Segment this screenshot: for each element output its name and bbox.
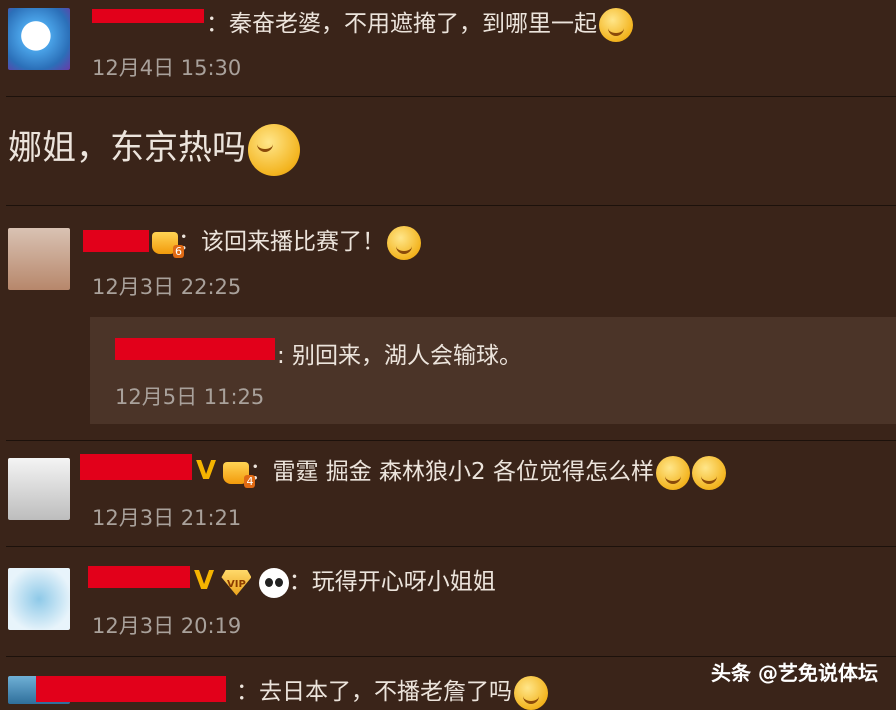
comment-text: V 4 ：雷霆 掘金 森林狼小2 各位觉得怎么样 [196,452,727,490]
grin-emoji-icon [599,7,633,42]
panda-emoji-icon [258,567,289,598]
redacted-username [115,338,275,360]
crown-badge-icon: 4 [223,461,256,488]
comment-text: ：秦奋老婆，不用遮掩了，到哪里一起 [206,4,633,42]
avatar[interactable] [8,8,70,70]
glasses-emoji-icon [514,675,548,710]
comment-text: 6 ：该回来播比赛了！ [152,222,421,260]
avatar[interactable] [8,458,70,520]
reply-text: : 别回来，湖人会输球。 [277,343,523,369]
reply-time: 12月5日 11:25 [115,385,265,409]
laugh-cry-emoji-icon [248,123,300,176]
divider [6,440,896,441]
comment-time: 12月3日 20:19 [92,614,242,638]
redacted-username [92,9,204,23]
doge-emoji-icon [656,455,691,490]
watermark: 头条 @艺免说体坛 [711,661,878,685]
verified-icon: V [194,566,215,596]
redacted-username [36,676,226,702]
divider [6,205,896,206]
redacted-username [80,454,192,480]
divider [6,96,896,97]
redacted-username [83,230,149,252]
smile-emoji-icon [387,225,421,260]
divider [6,546,896,547]
comment-time: 12月4日 15:30 [92,56,242,80]
crown-badge-icon: 6 [152,231,184,258]
vip-badge-icon: VIP [221,569,252,596]
verified-icon: V [196,456,217,486]
doge-emoji-icon [692,455,727,490]
comment-time: 12月3日 21:21 [92,506,242,530]
comment-text: V VIP ：玩得开心呀小姐姐 [194,566,496,598]
avatar[interactable] [8,228,70,290]
redacted-username [88,566,190,588]
avatar[interactable] [8,568,70,630]
comment-text-large: 娜姐，东京热吗 [8,120,300,176]
comment-time: 12月3日 22:25 [92,275,242,299]
